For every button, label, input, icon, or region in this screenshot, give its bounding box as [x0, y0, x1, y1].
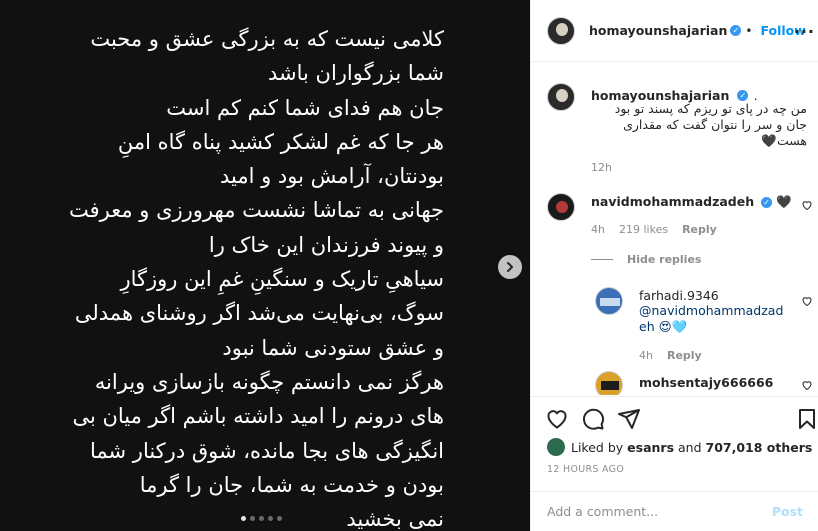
comments-section[interactable]: homayounshajarian ✓ . من چه در پای تو ری… — [531, 63, 818, 395]
post-timestamp[interactable]: 12 HOURS AGO — [547, 464, 624, 475]
carousel-dot — [268, 516, 273, 521]
comment-time: 4h — [591, 223, 605, 236]
post-comment-button[interactable]: Post — [772, 504, 803, 519]
divider-line — [591, 259, 613, 260]
caption-text: من چه در پای تو ریزم که پسند تو بود جان … — [614, 101, 807, 148]
carousel-dots — [241, 516, 282, 521]
likes-count[interactable]: 707,018 others — [706, 440, 813, 455]
liker-username[interactable]: esanrs — [627, 440, 674, 455]
reply-text[interactable]: @navidmohammadzad eh 😍🩵 — [639, 303, 789, 335]
header-separator: • — [745, 23, 753, 38]
reply-time: 4h — [639, 349, 653, 362]
verified-badge-icon: ✓ — [761, 197, 773, 208]
carousel-dot — [277, 516, 282, 521]
caption-avatar[interactable] — [547, 83, 575, 111]
author-avatar[interactable] — [547, 16, 575, 45]
comment-bubble-icon[interactable] — [581, 407, 605, 431]
post-caption: homayounshajarian ✓ . من چه در پای تو ری… — [547, 83, 807, 174]
comment-text: 🖤 — [776, 194, 792, 209]
post-actions-bar — [531, 396, 818, 436]
share-paper-plane-icon[interactable] — [617, 407, 641, 431]
likes-summary: Liked by esanrs and 707,018 others — [547, 438, 812, 456]
reply-avatar[interactable] — [595, 371, 623, 395]
hide-replies-label: Hide replies — [627, 253, 702, 266]
add-comment-input[interactable] — [547, 504, 772, 519]
like-reply-heart-icon[interactable] — [801, 379, 813, 391]
caption-time: 12h — [591, 161, 612, 174]
liker-avatar[interactable] — [547, 438, 565, 456]
add-comment-bar: Post — [531, 491, 818, 531]
verified-badge-icon: ✓ — [730, 25, 742, 36]
comment-item: navidmohammadzadeh ✓ 🖤 4h 219 likes Repl… — [547, 193, 812, 236]
comment-avatar[interactable] — [547, 193, 575, 221]
reply-avatar[interactable] — [595, 287, 623, 315]
post-image-text: کلامی نیست که به بزرگی عشق و محبت شما بز… — [68, 27, 444, 531]
reply-item: farhadi.9346 @navidmohammadzad eh 😍🩵 4h … — [595, 287, 812, 362]
like-comment-heart-icon[interactable] — [801, 199, 813, 211]
carousel-dot — [250, 516, 255, 521]
chevron-right-icon — [507, 262, 513, 272]
more-options-icon[interactable]: ··· — [794, 22, 815, 41]
verified-badge-icon: ✓ — [737, 90, 749, 101]
reply-item: mohsentajy666666 — [595, 371, 812, 395]
like-heart-icon[interactable] — [545, 407, 569, 431]
post-header: homayounshajarian ✓ • Follow ··· — [531, 0, 818, 62]
like-reply-heart-icon[interactable] — [801, 295, 813, 307]
hide-replies-button[interactable]: Hide replies — [591, 253, 701, 266]
carousel-dot — [241, 516, 246, 521]
save-bookmark-icon[interactable] — [795, 407, 818, 431]
reply-button[interactable]: Reply — [667, 349, 702, 362]
reply-username[interactable]: mohsentajy666666 — [639, 375, 773, 390]
reply-button[interactable]: Reply — [682, 223, 717, 236]
reply-meta: 4h Reply — [639, 349, 702, 362]
post-media: کلامی نیست که به بزرگی عشق و محبت شما بز… — [0, 0, 530, 531]
likes-prefix: Liked by — [571, 439, 624, 455]
post-side-panel: homayounshajarian ✓ • Follow ··· homayou… — [530, 0, 818, 531]
likes-middle: and — [678, 439, 702, 455]
reply-username[interactable]: farhadi.9346 — [639, 288, 789, 303]
author-username[interactable]: homayounshajarian — [589, 23, 727, 38]
comment-meta: 4h 219 likes Reply — [591, 223, 717, 236]
comment-username[interactable]: navidmohammadzadeh — [591, 194, 754, 209]
comment-likes[interactable]: 219 likes — [619, 223, 668, 236]
next-slide-button[interactable] — [498, 255, 522, 279]
carousel-dot — [259, 516, 264, 521]
